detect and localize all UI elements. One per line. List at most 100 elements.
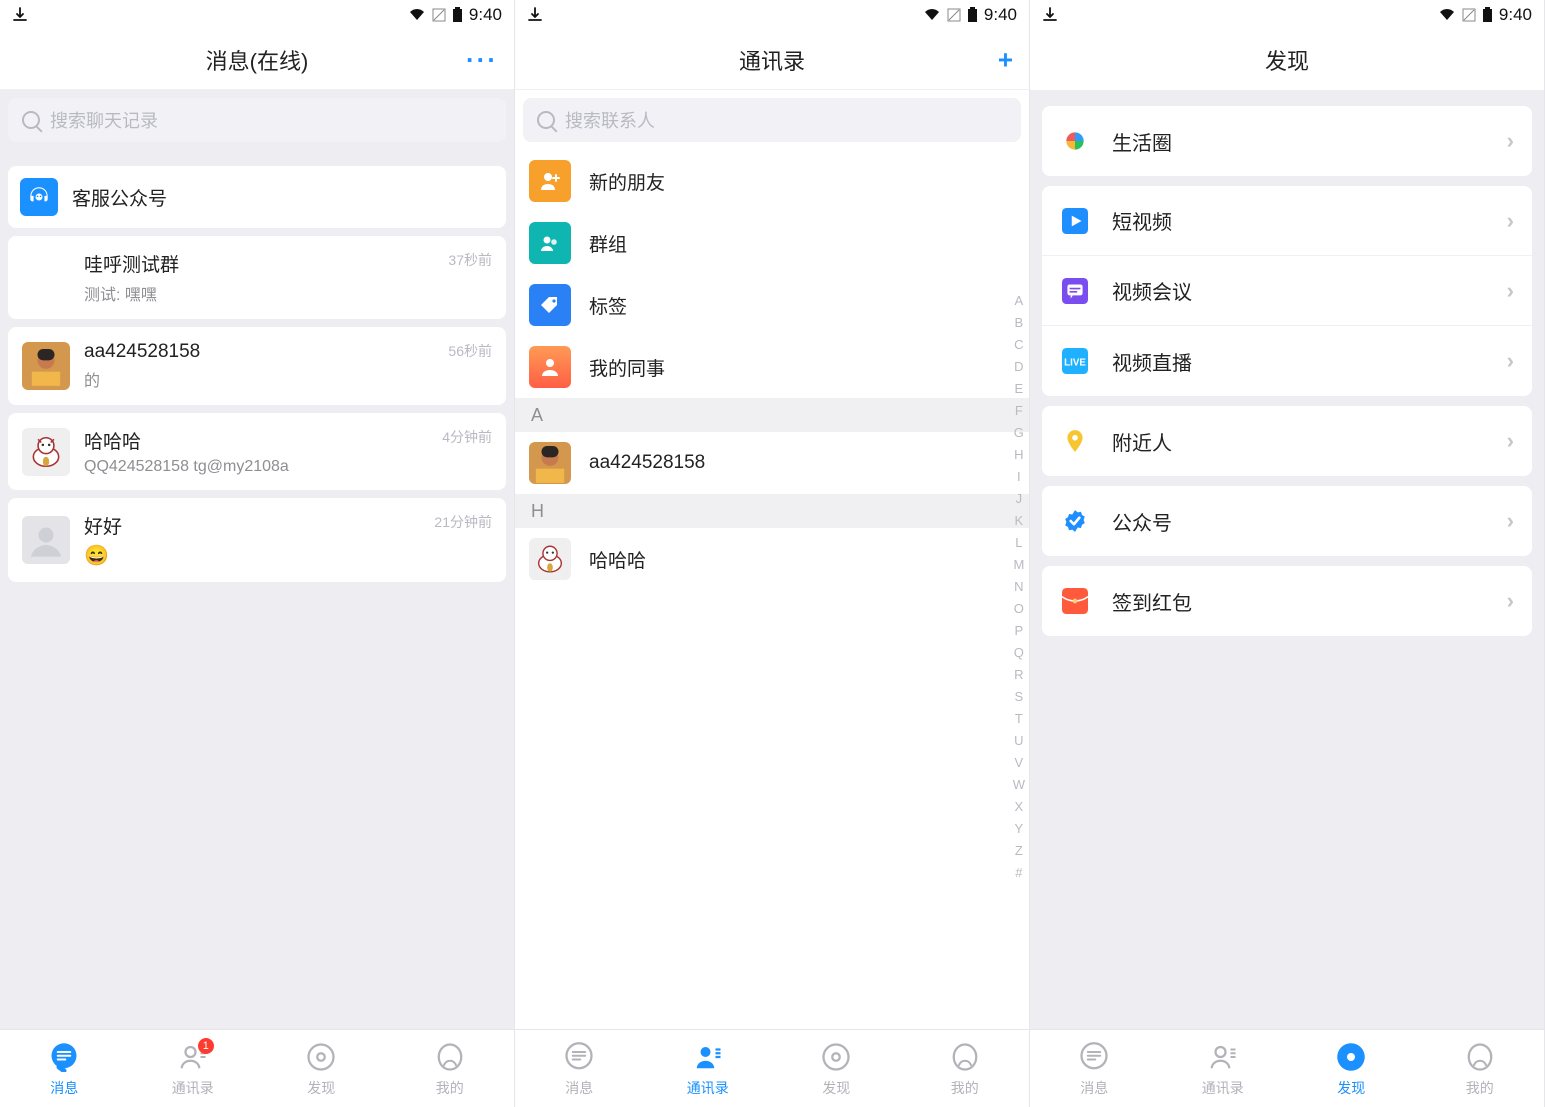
- discover-icon: [819, 1040, 853, 1074]
- service-label: 客服公众号: [72, 184, 167, 211]
- content: 搜索联系人 新的朋友 群组 标签 我的同事 A aa424528158: [515, 90, 1029, 1029]
- conversation-item[interactable]: aa424528158的 56秒前: [8, 327, 506, 405]
- tab-bar: 消息 通讯录 发现 我的: [515, 1029, 1029, 1107]
- search-input[interactable]: 搜索聊天记录: [8, 98, 506, 142]
- index-letter[interactable]: V: [1015, 752, 1024, 774]
- avatar: [22, 516, 70, 564]
- conversation-item[interactable]: 好好😄 21分钟前: [8, 498, 506, 582]
- discover-item[interactable]: 短视频›: [1042, 186, 1532, 256]
- discover-item[interactable]: 视频会议›: [1042, 256, 1532, 326]
- menu-new-friends[interactable]: 新的朋友: [515, 150, 1029, 212]
- discover-label: 视频会议: [1112, 276, 1507, 305]
- group-avatar: [22, 254, 70, 302]
- me-icon: [1463, 1040, 1497, 1074]
- index-letter[interactable]: D: [1014, 356, 1023, 378]
- discover-group: 公众号›: [1042, 486, 1532, 556]
- discover-item[interactable]: 附近人›: [1042, 406, 1532, 476]
- index-letter[interactable]: L: [1015, 532, 1022, 554]
- section-header: A: [515, 398, 1029, 432]
- index-letter[interactable]: Q: [1014, 642, 1024, 664]
- index-letter[interactable]: R: [1014, 664, 1023, 686]
- chevron-right-icon: ›: [1507, 348, 1514, 374]
- contacts-screen: 9:40 通讯录 + 搜索联系人 新的朋友 群组 标签 我的同事: [515, 0, 1030, 1107]
- discover-item[interactable]: 生活圈›: [1042, 106, 1532, 176]
- tab-contacts[interactable]: 通讯录: [644, 1030, 773, 1107]
- tab-messages[interactable]: 消息: [0, 1030, 129, 1107]
- tab-contacts[interactable]: 通讯录: [1159, 1030, 1288, 1107]
- add-button[interactable]: +: [998, 44, 1013, 75]
- messages-icon: [1077, 1040, 1111, 1074]
- index-letter[interactable]: E: [1015, 378, 1024, 400]
- me-icon: [433, 1040, 467, 1074]
- contact-row[interactable]: aa424528158: [515, 432, 1029, 494]
- menu-groups[interactable]: 群组: [515, 212, 1029, 274]
- index-letter[interactable]: I: [1017, 466, 1021, 488]
- headset-icon: [20, 178, 58, 216]
- index-letter[interactable]: K: [1015, 510, 1024, 532]
- tab-discover[interactable]: 发现: [1287, 1030, 1416, 1107]
- tab-discover[interactable]: 发现: [772, 1030, 901, 1107]
- alpha-index[interactable]: ABCDEFGHIJKLMNOPQRSTUVWXYZ#: [1013, 290, 1025, 884]
- tab-me[interactable]: 我的: [1416, 1030, 1545, 1107]
- chevron-right-icon: ›: [1507, 278, 1514, 304]
- badge: 1: [198, 1038, 214, 1054]
- discover-screen: 9:40 发现 生活圈›短视频›视频会议›LIVE视频直播›附近人›公众号›签到…: [1030, 0, 1545, 1107]
- play-icon: [1060, 206, 1090, 236]
- tab-contacts[interactable]: 1 通讯录: [129, 1030, 258, 1107]
- navbar: 消息(在线) ···: [0, 30, 514, 90]
- contacts-icon: 1: [176, 1040, 210, 1074]
- navbar: 通讯录 +: [515, 30, 1029, 90]
- conversation-item[interactable]: 哈哈哈QQ424528158 tg@my2108a 4分钟前: [8, 413, 506, 490]
- svg-text:LIVE: LIVE: [1064, 357, 1086, 368]
- index-letter[interactable]: G: [1014, 422, 1024, 444]
- discover-label: 公众号: [1112, 507, 1507, 536]
- customer-service-row[interactable]: 客服公众号: [8, 166, 506, 228]
- discover-label: 签到红包: [1112, 587, 1507, 616]
- index-letter[interactable]: J: [1016, 488, 1023, 510]
- messages-icon: [562, 1040, 596, 1074]
- index-letter[interactable]: C: [1014, 334, 1023, 356]
- tab-me[interactable]: 我的: [386, 1030, 515, 1107]
- index-letter[interactable]: A: [1015, 290, 1024, 312]
- status-bar: 9:40: [0, 0, 514, 30]
- tab-messages[interactable]: 消息: [1030, 1030, 1159, 1107]
- discover-item[interactable]: 公众号›: [1042, 486, 1532, 556]
- download-icon: [12, 7, 28, 23]
- contact-menu: 新的朋友 群组 标签 我的同事: [515, 150, 1029, 398]
- index-letter[interactable]: U: [1014, 730, 1023, 752]
- index-letter[interactable]: #: [1015, 862, 1022, 884]
- menu-tags[interactable]: 标签: [515, 274, 1029, 336]
- index-letter[interactable]: X: [1015, 796, 1024, 818]
- status-bar: 9:40: [1030, 0, 1544, 30]
- discover-item[interactable]: LIVE视频直播›: [1042, 326, 1532, 396]
- tab-discover[interactable]: 发现: [257, 1030, 386, 1107]
- discover-item[interactable]: 签到红包›: [1042, 566, 1532, 636]
- index-letter[interactable]: W: [1013, 774, 1025, 796]
- discover-group: 签到红包›: [1042, 566, 1532, 636]
- tab-messages[interactable]: 消息: [515, 1030, 644, 1107]
- menu-colleagues[interactable]: 我的同事: [515, 336, 1029, 398]
- contacts-icon: [1206, 1040, 1240, 1074]
- battery-icon: [452, 7, 463, 23]
- index-letter[interactable]: Z: [1015, 840, 1023, 862]
- contact-row[interactable]: 哈哈哈: [515, 528, 1029, 590]
- avatar: [529, 442, 571, 484]
- index-letter[interactable]: S: [1015, 686, 1024, 708]
- index-letter[interactable]: P: [1015, 620, 1024, 642]
- index-letter[interactable]: H: [1014, 444, 1023, 466]
- index-letter[interactable]: B: [1015, 312, 1024, 334]
- index-letter[interactable]: F: [1015, 400, 1023, 422]
- index-letter[interactable]: O: [1014, 598, 1024, 620]
- index-letter[interactable]: M: [1013, 554, 1024, 576]
- conversation-item[interactable]: 哇呼测试群测试: 嘿嘿 37秒前: [8, 236, 506, 319]
- tab-me[interactable]: 我的: [901, 1030, 1030, 1107]
- search-input[interactable]: 搜索联系人: [523, 98, 1021, 142]
- search-icon: [537, 111, 555, 129]
- more-button[interactable]: ···: [466, 44, 498, 75]
- navbar: 发现: [1030, 30, 1544, 90]
- index-letter[interactable]: T: [1015, 708, 1023, 730]
- index-letter[interactable]: N: [1014, 576, 1023, 598]
- content: 搜索聊天记录 客服公众号 哇呼测试群测试: 嘿嘿 37秒前 aa42452815…: [0, 90, 514, 1029]
- new-friend-icon: [529, 160, 571, 202]
- index-letter[interactable]: Y: [1015, 818, 1024, 840]
